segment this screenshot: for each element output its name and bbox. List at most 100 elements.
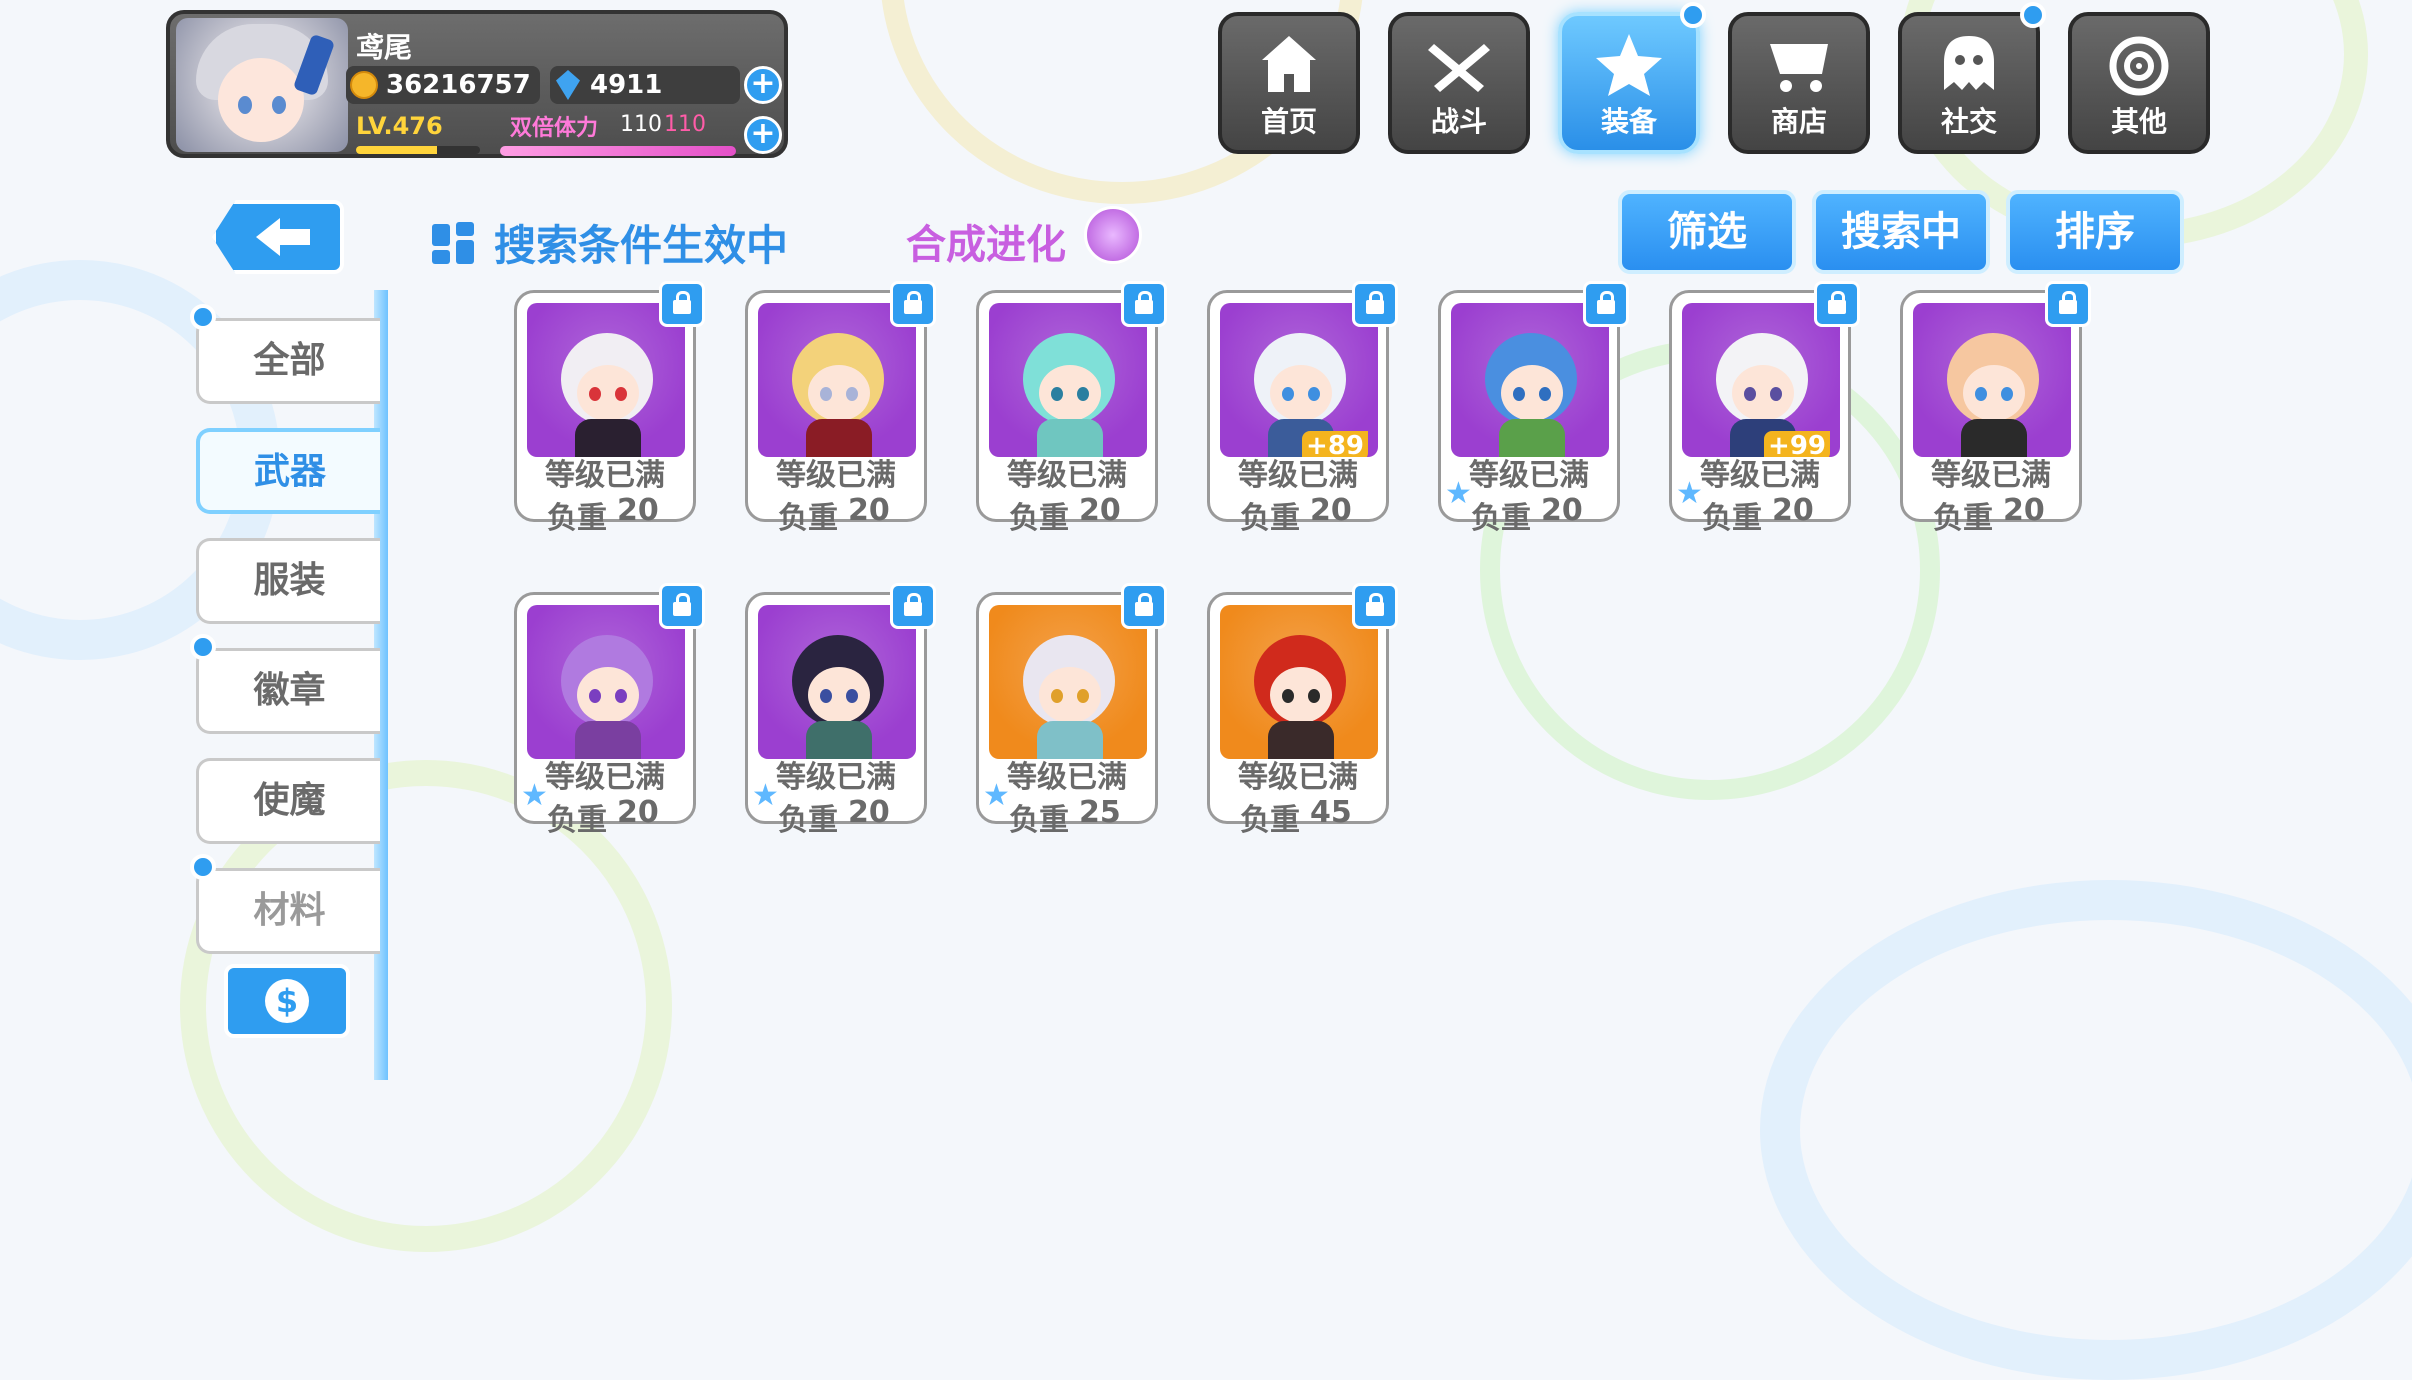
cart-icon: [1770, 44, 1828, 92]
portrait-eye-right: [846, 387, 858, 401]
star-icon: ★: [752, 778, 779, 813]
item-card[interactable]: 等级已满 负重 20: [745, 281, 936, 536]
portrait-outfit: [806, 721, 872, 759]
lock-icon[interactable]: [2045, 281, 2091, 327]
portrait-face: [1039, 667, 1101, 723]
nav-star-gun-button[interactable]: 装备: [1558, 12, 1700, 154]
stamina-label: 双倍体力: [510, 116, 599, 141]
swirl-icon: [2109, 36, 2169, 96]
item-card[interactable]: 等级已满负重 45: [1207, 583, 1398, 838]
item-weight-label: 负重: [1240, 803, 1300, 838]
star-icon: ★: [983, 778, 1010, 813]
portrait-eye-left: [1744, 387, 1756, 401]
portrait-eye-right: [1077, 387, 1089, 401]
item-card[interactable]: 等级已满 负重 20: [976, 281, 1167, 536]
item-weight-label: 负重: [1240, 501, 1300, 536]
category-tab[interactable]: 徽章: [196, 648, 380, 734]
portrait-eye-left: [589, 387, 601, 401]
player-panel: 鸢尾 36216757 4911 + LV.476 双倍体力 110 110 +: [166, 10, 788, 158]
portrait-face: [577, 667, 639, 723]
lock-icon[interactable]: [890, 281, 936, 327]
item-weight-label: 负重: [1009, 501, 1069, 536]
currency-button[interactable]: $: [224, 964, 350, 1038]
portrait-face: [1501, 365, 1563, 421]
item-weight: 20: [848, 493, 890, 528]
avatar[interactable]: [176, 18, 348, 152]
item-card[interactable]: 等级已满 负重 20: [1900, 281, 2091, 536]
synthesis-swirl-icon[interactable]: [1084, 206, 1142, 264]
notification-dot: [190, 304, 216, 330]
house-icon: [1262, 36, 1316, 92]
lock-icon[interactable]: [1352, 583, 1398, 629]
lock-icon[interactable]: [1583, 281, 1629, 327]
lock-icon[interactable]: [1814, 281, 1860, 327]
filter-button[interactable]: 筛选: [1618, 190, 1796, 274]
nav-house-button[interactable]: 首页: [1218, 12, 1360, 154]
nav-ghost-button[interactable]: 社交: [1898, 12, 2040, 154]
item-card[interactable]: +99 等级已满 负重 20 ★: [1669, 281, 1860, 536]
lock-icon[interactable]: [659, 281, 705, 327]
lock-icon[interactable]: [1121, 583, 1167, 629]
item-portrait: [989, 303, 1147, 457]
ghost-icon: [1944, 36, 1994, 90]
portrait-face: [1270, 365, 1332, 421]
item-portrait: [989, 605, 1147, 759]
item-portrait: [527, 303, 685, 457]
item-card[interactable]: 等级已满 负重 20 ★: [514, 583, 705, 838]
portrait-eye-right: [615, 689, 627, 703]
portrait-eye-left: [1051, 689, 1063, 703]
back-button[interactable]: [212, 200, 344, 274]
item-status: 等级已满: [1238, 760, 1358, 795]
lock-icon[interactable]: [1352, 281, 1398, 327]
lock-icon[interactable]: [659, 583, 705, 629]
notification-dot: [190, 854, 216, 880]
item-weight-label: 负重: [1471, 501, 1531, 536]
item-status: 等级已满: [1931, 458, 2051, 493]
synthesis-link[interactable]: 合成进化: [906, 212, 1066, 270]
item-card[interactable]: +89 等级已满 负重 20: [1207, 281, 1398, 536]
swords-icon: [1428, 44, 1490, 92]
add-gems-button[interactable]: +: [744, 66, 782, 104]
item-portrait: [758, 303, 916, 457]
item-card[interactable]: 等级已满 负重 25 ★: [976, 583, 1167, 838]
arrow-left-icon: [256, 218, 310, 256]
portrait-eye-left: [589, 689, 601, 703]
item-weight-label: 负重: [778, 501, 838, 536]
stamina-progress-bar: [500, 146, 736, 156]
nav-cart-button[interactable]: 商店: [1728, 12, 1870, 154]
portrait-eye-left: [1282, 689, 1294, 703]
category-tab[interactable]: 全部: [196, 318, 380, 404]
nav-label: 社交: [1940, 105, 1997, 138]
item-card[interactable]: 等级已满 负重 20 ★: [745, 583, 936, 838]
portrait-eye-right: [1539, 387, 1551, 401]
coin-icon: [350, 71, 378, 99]
item-bonus: +99: [1764, 431, 1830, 457]
item-card[interactable]: 等级已满 负重 20 ★: [1438, 281, 1629, 536]
sort-button[interactable]: 排序: [2006, 190, 2184, 274]
item-card[interactable]: 等级已满 负重 20: [514, 281, 705, 536]
portrait-outfit: [806, 419, 872, 457]
category-tab[interactable]: 服装: [196, 538, 380, 624]
item-weight-label: 负重: [778, 803, 838, 838]
nav-swords-button[interactable]: 战斗: [1388, 12, 1530, 154]
item-weight: 20: [617, 795, 659, 830]
lock-icon[interactable]: [1121, 281, 1167, 327]
item-weight: 20: [2003, 493, 2045, 528]
nav-swirl-button[interactable]: 其他: [2068, 12, 2210, 154]
item-weight: 45: [1310, 795, 1352, 830]
category-tab[interactable]: 武器: [196, 428, 380, 514]
add-stamina-button[interactable]: +: [744, 116, 782, 154]
lock-icon[interactable]: [890, 583, 936, 629]
nav-label: 装备: [1600, 105, 1657, 138]
notification-dot: [1680, 2, 1706, 28]
category-tab[interactable]: 使魔: [196, 758, 380, 844]
portrait-outfit: [575, 721, 641, 759]
category-tab[interactable]: 材料: [196, 868, 380, 954]
searching-button[interactable]: 搜索中: [1812, 190, 1990, 274]
stamina-progress-fill: [500, 146, 736, 156]
portrait-eye-right: [846, 689, 858, 703]
coin-box: 36216757: [346, 66, 540, 104]
portrait-eye-left: [1513, 387, 1525, 401]
portrait-outfit: [575, 419, 641, 457]
item-weight: 20: [617, 493, 659, 528]
